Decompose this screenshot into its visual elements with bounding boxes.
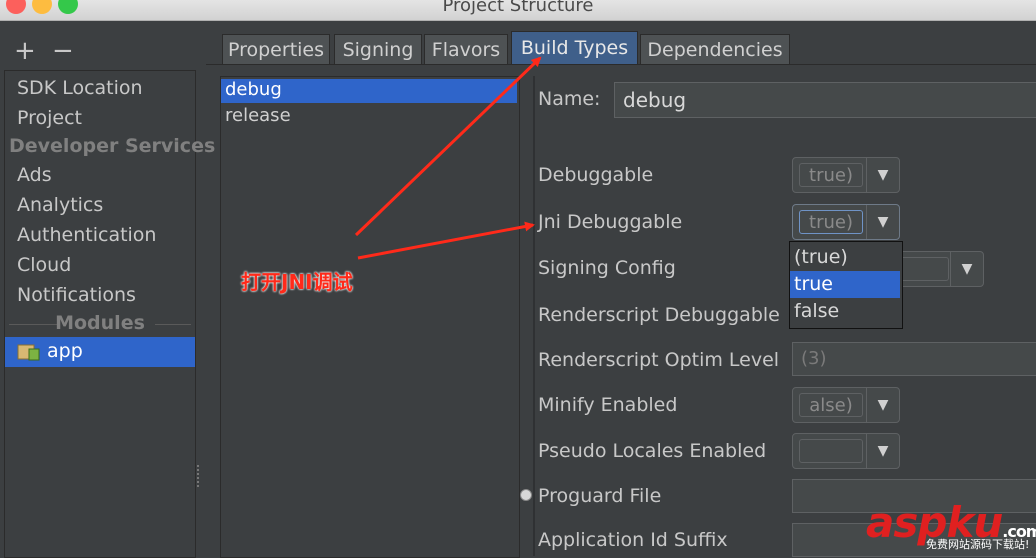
arrow-to-build-types-tab: [354, 56, 542, 237]
annotation-arrows: [354, 56, 542, 260]
arrow-to-jni-debuggable: [357, 221, 535, 260]
annotation-label: 打开JNI调试: [241, 270, 353, 294]
watermark-caption: 免费网站源码下载站!: [926, 538, 1030, 551]
